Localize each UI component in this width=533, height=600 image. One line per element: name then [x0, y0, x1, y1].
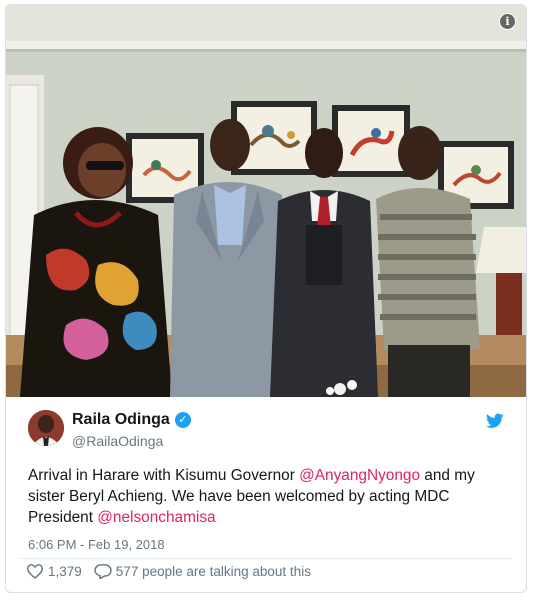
tweet-actions: 1,379 577 people are talking about this [26, 563, 323, 579]
verified-badge-icon: ✓ [174, 412, 191, 428]
conversation-link[interactable]: 577 people are talking about this [94, 563, 311, 579]
tweet-photo[interactable]: i [6, 5, 526, 397]
mention-link-nelsonchamisa[interactable]: @nelsonchamisa [97, 509, 215, 526]
mention-link-anyangnyongo[interactable]: @AnyangNyongo [299, 467, 420, 484]
avatar[interactable] [28, 410, 64, 446]
tweet-timestamp[interactable]: 6:06 PM - Feb 19, 2018 [28, 537, 165, 552]
author-name-row[interactable]: Raila Odinga ✓ [72, 411, 191, 429]
embedded-tweet-card[interactable]: i Raila Odinga ✓ @RailaOdinga Arrival in… [5, 4, 527, 593]
author-handle[interactable]: @RailaOdinga [72, 433, 163, 449]
heart-icon [26, 564, 44, 579]
talking-count-text: 577 people are talking about this [115, 563, 311, 579]
speech-bubble-icon [94, 564, 112, 579]
tweet-text-part-1: Arrival in Harare with Kisumu Governor [28, 467, 300, 484]
divider [20, 558, 512, 559]
twitter-bird-icon[interactable] [486, 413, 504, 429]
author-display-name[interactable]: Raila Odinga [72, 411, 170, 429]
like-button[interactable]: 1,379 [26, 563, 82, 579]
info-icon[interactable]: i [499, 13, 516, 30]
like-count: 1,379 [48, 563, 82, 579]
tweet-text: Arrival in Harare with Kisumu Governor @… [28, 465, 508, 528]
